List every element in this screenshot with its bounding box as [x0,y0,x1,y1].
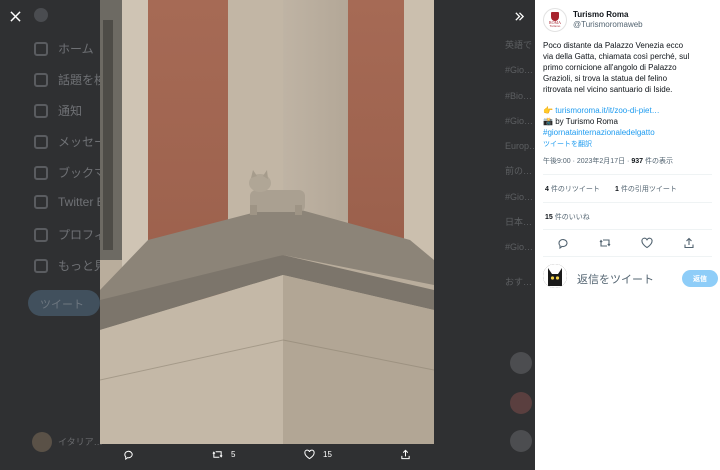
retweet-icon [212,451,223,458]
reply-composer: 返信をツイート 返信 [543,264,718,298]
retweets-stat[interactable]: 4 件のリツイート [545,184,600,194]
likes-count: 15 [545,214,553,221]
bookmark-icon [34,165,48,180]
share-action[interactable] [400,449,411,460]
views-count: 937 [631,158,644,165]
likes-stat[interactable]: 15 件のいいね [545,212,590,222]
camera-icon: 📸 [543,117,553,126]
nav-item-home: ホーム [34,40,94,57]
trend-text: #Gio… [505,242,534,252]
background-avatar [510,352,532,374]
divider [543,174,712,175]
home-icon [34,41,48,56]
tweet-text-line: Grazioli, si trova la statua del felino [543,74,668,83]
tweet-text-line: ritrovata nel vicino santuario di Iside. [543,85,673,94]
nav-label: 通知 [58,104,83,118]
mail-icon [34,134,48,149]
trend-text: Europ… [505,141,539,151]
tweet-body: Poco distante da Palazzo Venezia ecco vi… [543,40,711,150]
timestamp[interactable]: 午後9:00 · 2023年2月17日 · [543,158,631,165]
author-avatar[interactable]: ROMA Turismo [543,8,567,32]
tweet-text-line: Poco distante da Palazzo Venezia ecco [543,41,684,50]
share-icon[interactable] [683,236,695,249]
user-avatar[interactable] [543,264,567,288]
author-name[interactable]: Turismo Roma [573,10,643,20]
heart-icon [304,449,315,460]
trend-text: #Gio… [505,115,534,126]
tweet-text-line: via della Gatta, chiamata così perché, s… [543,52,690,61]
retweet-icon[interactable] [599,236,611,248]
tweet-text: Poco distante da Palazzo Venezia ecco vi… [543,40,711,95]
bell-icon [34,103,48,118]
reply-button[interactable]: 返信 [682,270,718,287]
background-user-avatar [32,432,52,452]
retweets-label: 件のリツイート [548,186,600,193]
twitter-logo-icon [34,8,48,22]
trend-text: 前の… [505,166,533,177]
credit-line: 📸 by Turismo Roma [543,116,711,127]
nav-item-notifications: 通知 [34,102,82,119]
logo-subtext: Turismo [549,24,561,28]
tweet-meta: 午後9:00 · 2023年2月17日 · 937 件の表示 [543,156,673,166]
blue-icon [34,195,48,209]
translate-link[interactable]: ツイートを翻訳 [543,139,711,150]
tweet-action-bar [543,232,712,252]
hashtag-icon [34,72,48,87]
author-handle[interactable]: @Turismoromaweb [573,20,643,30]
tweet-text-line: primo cornicione all'angolo di Palazzo [543,63,677,72]
pointing-hand-icon: 👉 [543,106,553,115]
reply-action[interactable] [123,449,134,460]
trend-text: #Gio… [505,65,534,76]
reply-icon [124,450,133,460]
more-icon [34,258,48,273]
views-label: 件の表示 [643,158,673,165]
profile-icon [34,227,48,242]
trend-text: 日本… [505,216,533,227]
divider [543,256,712,257]
expand-icon[interactable] [508,5,530,27]
heart-icon[interactable] [641,236,653,249]
tweet-detail-panel: ROMA Turismo Turismo Roma @Turismoromawe… [535,0,720,470]
divider [543,229,712,230]
like-action[interactable]: 15 [304,449,332,460]
background-right-column: 英語で #Gio… #Bio… #Gio… Europ… 前の… #Gio… 日… [505,40,539,295]
hashtag-link[interactable]: #giornatainternazionaledelgatto [543,127,711,138]
reply-icon[interactable] [557,236,569,250]
building-cat-statue-image [100,0,434,444]
background-avatar [510,430,532,452]
quotes-stat[interactable]: 1 件の引用ツイート [615,184,677,194]
retweet-count: 5 [231,450,236,459]
divider [543,202,712,203]
background-user-name: イタリア… [58,437,103,447]
like-count: 15 [323,450,332,459]
tweet-link[interactable]: turismoroma.it/it/zoo-di-piet… [555,106,659,115]
link-line: 👉 turismoroma.it/it/zoo-di-piet… [543,105,711,116]
trend-text: おす… [505,277,533,288]
trend-text: #Bio… [505,90,533,101]
background-avatar [510,392,532,414]
trend-text: #Gio… [505,191,534,202]
credit-text: by Turismo Roma [555,117,618,126]
background-tweet-button: ツイート [28,290,100,316]
photo-action-bar: 5 15 [100,444,434,470]
black-cat-icon [543,264,567,288]
nav-label: ホーム [58,42,94,56]
close-icon[interactable] [4,5,26,27]
likes-label: 件のいいね [552,214,590,221]
reply-input[interactable]: 返信をツイート [577,271,654,287]
retweet-action[interactable]: 5 [212,449,235,460]
quotes-label: 件の引用ツイート [618,186,677,193]
tweet-header: ROMA Turismo Turismo Roma @Turismoromawe… [543,8,643,32]
share-icon [401,449,410,460]
tweet-photo[interactable] [100,0,434,444]
trend-text: 英語で [505,40,533,50]
